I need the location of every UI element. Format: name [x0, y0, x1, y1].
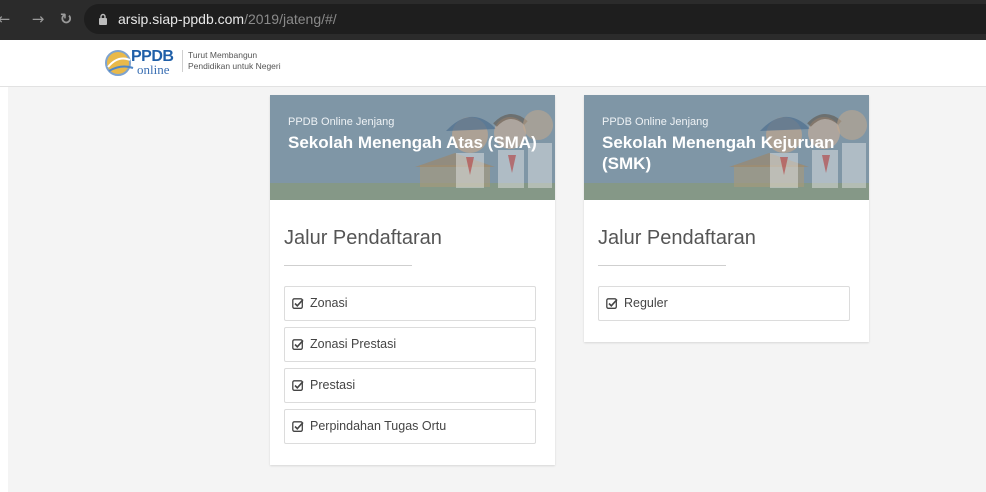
back-arrow-icon[interactable]: ← — [0, 9, 14, 29]
card-smk: PPDB Online Jenjang Sekolah Menengah Kej… — [584, 95, 869, 342]
checkbox-checked-icon — [292, 421, 304, 432]
tagline-line-2: Pendidikan untuk Negeri — [188, 61, 281, 71]
option-label: Reguler — [624, 296, 668, 310]
banner-title: Sekolah Menengah Atas (SMA) — [288, 133, 537, 152]
checkbox-checked-icon — [292, 298, 304, 309]
address-bar[interactable]: arsip.siap-ppdb.com/2019/jateng/#/ — [84, 4, 986, 34]
browser-toolbar: ← → ↻ arsip.siap-ppdb.com/2019/jateng/#/ — [0, 0, 986, 41]
tagline: Turut Membangun Pendidikan untuk Negeri — [182, 50, 281, 72]
page-content: PPDB Online Jenjang Sekolah Menengah Ata… — [8, 87, 986, 492]
option-zonasi[interactable]: Zonasi — [284, 286, 536, 321]
lock-icon — [99, 13, 107, 25]
banner-subtitle: PPDB Online Jenjang — [288, 116, 395, 128]
option-label: Zonasi Prestasi — [310, 337, 397, 351]
site-header: PPDB online Turut Membangun Pendidikan u… — [0, 40, 986, 87]
banner-title: Sekolah Menengah Kejuruan (SMK) — [602, 133, 835, 173]
section-divider — [284, 265, 412, 266]
logo-online-text: online — [137, 62, 170, 77]
banner-subtitle: PPDB Online Jenjang — [602, 116, 709, 128]
option-prestasi[interactable]: Prestasi — [284, 368, 536, 403]
section-title: Jalur Pendaftaran — [284, 227, 442, 249]
url-text: arsip.siap-ppdb.com/2019/jateng/#/ — [118, 11, 337, 27]
tagline-line-1: Turut Membangun — [188, 50, 258, 60]
option-label: Perpindahan Tugas Ortu — [310, 419, 447, 433]
section-title: Jalur Pendaftaran — [598, 227, 756, 249]
card-banner-smk: PPDB Online Jenjang Sekolah Menengah Kej… — [584, 95, 869, 200]
card-sma: PPDB Online Jenjang Sekolah Menengah Ata… — [270, 95, 555, 465]
option-reguler[interactable]: Reguler — [598, 286, 850, 321]
checkbox-checked-icon — [606, 298, 618, 309]
option-label: Zonasi — [310, 296, 348, 310]
card-banner-sma: PPDB Online Jenjang Sekolah Menengah Ata… — [270, 95, 555, 200]
forward-arrow-icon[interactable]: → — [28, 9, 48, 29]
option-label: Prestasi — [310, 378, 356, 392]
section-divider — [598, 265, 726, 266]
option-perpindahan-tugas-ortu[interactable]: Perpindahan Tugas Ortu — [284, 409, 536, 444]
checkbox-checked-icon — [292, 380, 304, 391]
option-zonasi-prestasi[interactable]: Zonasi Prestasi — [284, 327, 536, 362]
checkbox-checked-icon — [292, 339, 304, 350]
reload-icon[interactable]: ↻ — [56, 9, 76, 29]
ppdb-logo[interactable]: PPDB online — [103, 46, 179, 80]
